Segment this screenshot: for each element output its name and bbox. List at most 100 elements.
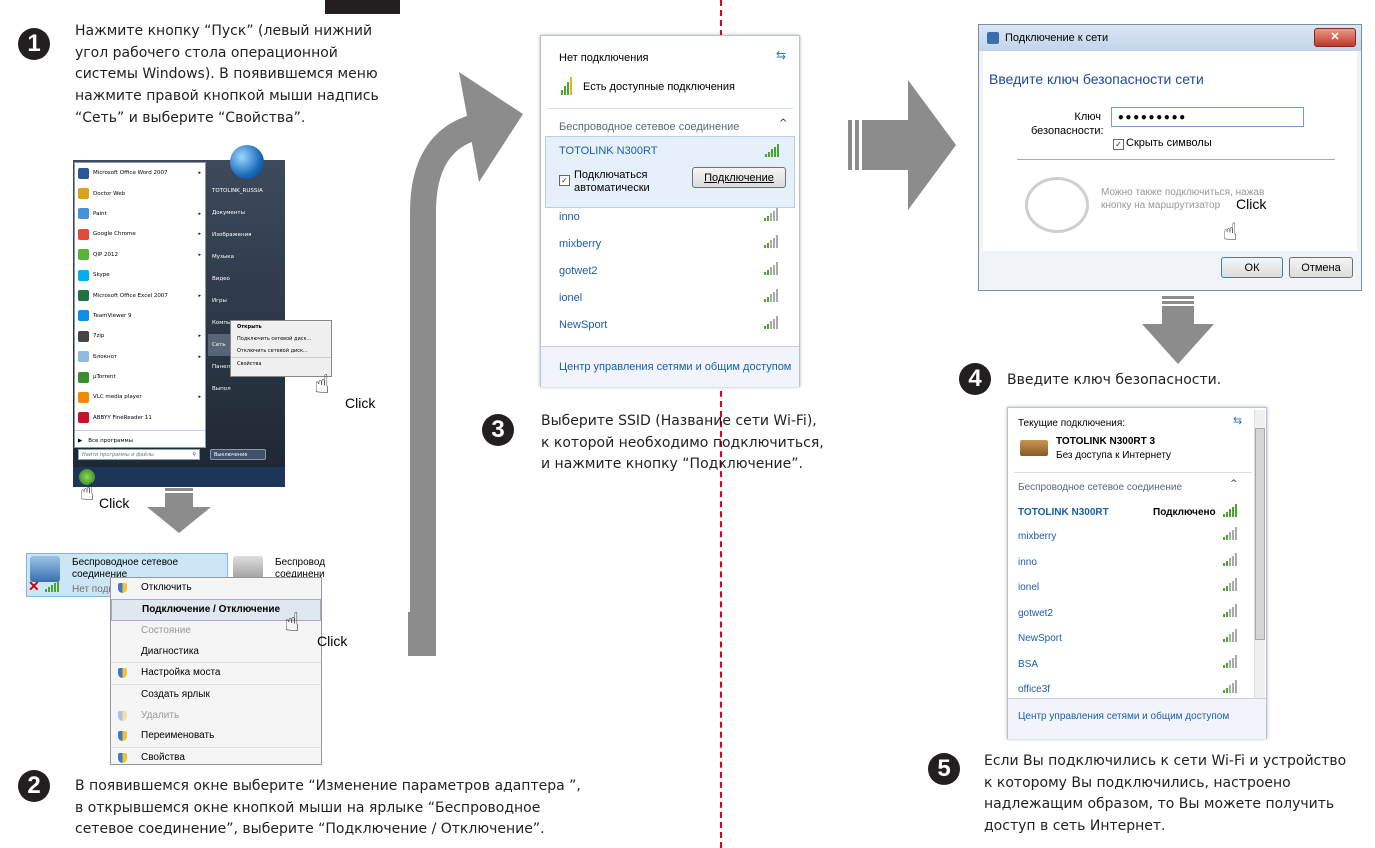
- section-divider: [547, 108, 793, 109]
- program-item[interactable]: Google Chrome ▸: [75, 224, 205, 244]
- step-3-text: Выберите SSID (Название сети Wi-Fi), к к…: [541, 411, 824, 476]
- connect-button[interactable]: Подключение: [692, 167, 786, 188]
- close-button[interactable]: ✕: [1314, 28, 1356, 47]
- step-1-line: Нажмите кнопку “Пуск” (левый нижний: [75, 23, 373, 39]
- key-input[interactable]: •••••••••: [1111, 107, 1304, 127]
- network-item[interactable]: NewSport: [1018, 633, 1062, 644]
- section-label[interactable]: Беспроводное сетевое соединение: [559, 121, 739, 133]
- program-item[interactable]: ABBYY FineReader 11: [75, 408, 205, 428]
- curved-arrow-icon: [408, 72, 523, 656]
- shield-icon: [118, 710, 127, 721]
- scrollbar[interactable]: [1254, 410, 1265, 698]
- auto-connect-checkbox[interactable]: ✓: [559, 175, 570, 186]
- key-label-line: безопасности:: [1031, 124, 1104, 137]
- network-center-link[interactable]: Центр управления сетями и общим доступом: [1018, 711, 1229, 722]
- submenu-arrow-icon: ▸: [198, 292, 201, 299]
- right-item[interactable]: Музыка: [208, 246, 278, 268]
- menu-shortcut[interactable]: Создать ярлык: [111, 683, 321, 706]
- right-item[interactable]: TOTOLINK_RUSSIA: [208, 180, 278, 202]
- menu-label: Подключение / Отключение: [142, 603, 281, 615]
- program-item[interactable]: Блокнот ▸: [75, 347, 205, 367]
- program-item[interactable]: 7zip ▸: [75, 326, 205, 346]
- conn-name: TOTOLINK N300RT 3: [1056, 436, 1156, 447]
- program-item[interactable]: QIP 2012 ▸: [75, 245, 205, 265]
- scrollbar-thumb[interactable]: [1255, 428, 1265, 640]
- program-item[interactable]: Microsoft Office Excel 2007 ▸: [75, 285, 205, 305]
- network-item[interactable]: inno: [1018, 557, 1037, 568]
- signal-icon: [764, 316, 778, 329]
- signal-icon: [764, 208, 778, 221]
- network-item[interactable]: ionel: [1018, 582, 1039, 593]
- network-item[interactable]: mixberry: [1018, 531, 1056, 542]
- menu-label: Свойства: [141, 751, 185, 763]
- click-label: Click: [317, 633, 348, 649]
- right-item[interactable]: Выпол: [208, 378, 278, 400]
- menu-properties[interactable]: Свойства: [111, 746, 321, 769]
- network-center-link[interactable]: Центр управления сетями и общим доступом: [559, 361, 791, 373]
- network-item[interactable]: office3f: [1018, 684, 1050, 695]
- program-item[interactable]: Paint ▸: [75, 204, 205, 224]
- program-item[interactable]: µTorrent: [75, 367, 205, 387]
- program-label: Doctor Web: [93, 190, 126, 197]
- menu-disable[interactable]: Отключить: [111, 578, 321, 599]
- right-item[interactable]: Документы: [208, 202, 278, 224]
- submenu-arrow-icon: ▸: [198, 333, 201, 340]
- chevron-up-icon[interactable]: ^: [1230, 479, 1238, 489]
- program-icon: [78, 188, 89, 200]
- connected-network-name[interactable]: TOTOLINK N300RT: [1018, 507, 1109, 518]
- network-name: TOTOLINK N300RT: [559, 145, 658, 157]
- program-item[interactable]: TeamViewer 9: [75, 306, 205, 326]
- program-item[interactable]: Microsoft Office Word 2007 ▸: [75, 163, 205, 183]
- network-item[interactable]: gotwet2: [1018, 608, 1053, 619]
- router-wps-icon: [1025, 177, 1089, 233]
- program-item[interactable]: Doctor Web: [75, 183, 205, 203]
- menu-label: Состояние: [141, 625, 191, 637]
- wifi-panel-connected: Текущие подключения: ⇆ TOTOLINK N300RT 3…: [1007, 407, 1267, 739]
- search-box[interactable]: Найти программы и файлы ⚲: [78, 449, 200, 460]
- right-item[interactable]: Видео: [208, 268, 278, 290]
- conn-status: Без доступа к Интернету: [1056, 450, 1172, 461]
- program-item[interactable]: Skype: [75, 265, 205, 285]
- selected-network[interactable]: TOTOLINK N300RT ✓ Подключаться автоматич…: [545, 136, 795, 208]
- program-item[interactable]: VLC media player ▸: [75, 387, 205, 407]
- menu-label: Диагностика: [141, 645, 199, 657]
- signal-star-icon: [561, 77, 572, 95]
- network-item[interactable]: mixberry: [559, 238, 601, 250]
- ctx-properties[interactable]: Свойства: [231, 357, 331, 370]
- step-5-line: надлежащим образом, то Вы можете получит…: [984, 796, 1335, 813]
- menu-rename[interactable]: Переименовать: [111, 726, 321, 747]
- right-item[interactable]: Игры: [208, 290, 278, 312]
- network-item[interactable]: gotwet2: [559, 265, 598, 277]
- ok-button[interactable]: ОК: [1221, 257, 1283, 278]
- all-programs-label: Все программы: [88, 438, 134, 445]
- program-icon: [78, 208, 89, 220]
- ctx-map-drive[interactable]: Подключить сетевой диск...: [231, 333, 331, 345]
- step-3-number: 3: [482, 414, 514, 446]
- hand-cursor-icon: ☝: [284, 608, 300, 638]
- network-item[interactable]: ionel: [559, 292, 582, 304]
- right-item[interactable]: Изображения: [208, 224, 278, 246]
- menu-delete[interactable]: Удалить: [111, 706, 321, 727]
- network-item[interactable]: BSA: [1018, 659, 1038, 670]
- hide-chars-checkbox[interactable]: ✓: [1113, 139, 1124, 150]
- refresh-icon[interactable]: ⇆: [1233, 414, 1242, 427]
- network-item[interactable]: inno: [559, 211, 580, 223]
- section-label[interactable]: Беспроводное сетевое соединение: [1018, 482, 1182, 493]
- refresh-icon[interactable]: ⇆: [776, 48, 786, 62]
- menu-diagnose[interactable]: Диагностика: [111, 642, 321, 663]
- key-label: Ключ безопасности:: [1031, 111, 1104, 139]
- network-item[interactable]: NewSport: [559, 319, 607, 331]
- signal-icon: [765, 144, 779, 157]
- shutdown-button[interactable]: Выключение: [210, 449, 266, 460]
- cancel-button[interactable]: Отмена: [1289, 257, 1353, 278]
- divider: [1017, 159, 1335, 160]
- ctx-open[interactable]: Открыть: [231, 321, 331, 333]
- step-2-line: в открывшемся окне кнопкой мыши на ярлык…: [75, 799, 541, 816]
- chevron-up-icon[interactable]: ^: [779, 118, 787, 129]
- signal-icon: [45, 581, 59, 592]
- available-label: Есть доступные подключения: [583, 81, 735, 93]
- ctx-disconnect-drive[interactable]: Отключить сетевой диск...: [231, 345, 331, 357]
- close-icon: ✕: [1330, 31, 1340, 43]
- menu-bridge[interactable]: Настройка моста: [111, 662, 321, 684]
- header-fragment: [325, 0, 400, 14]
